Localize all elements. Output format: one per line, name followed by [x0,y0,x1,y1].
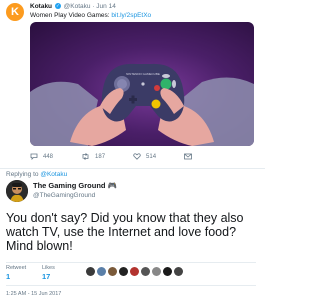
separator-dot: · [92,3,95,10]
reply-action[interactable]: 448 [30,153,53,160]
verified-badge-icon: ✓ [54,3,61,10]
retweet-stat[interactable]: Retweet 1 [6,265,26,281]
liker-avatar[interactable] [174,267,183,276]
tweet-divider [0,168,265,169]
likes-stat-value: 17 [42,272,51,281]
retweet-action[interactable]: 187 [81,153,105,160]
likes-stat-label: Likes [42,265,55,271]
reply-timestamp[interactable]: 1:25 AM - 15 Jun 2017 [6,291,61,297]
replying-to-note: Replying to @Kotaku [6,171,67,178]
liker-avatar[interactable] [97,267,106,276]
likes-stat[interactable]: Likes 17 [42,265,55,281]
reply-icon [30,153,38,160]
stats-divider-bottom [6,285,256,286]
retweet-stat-value: 1 [6,272,11,281]
liker-avatar[interactable] [86,267,95,276]
kotaku-avatar[interactable]: K [6,3,24,21]
retweet-count: 187 [95,153,106,160]
gamecube-controller-photo-icon: NINTENDO GAMECUBE [30,63,254,146]
liker-avatar[interactable] [163,267,172,276]
liker-avatar[interactable] [130,267,139,276]
quoted-tweet[interactable]: K Kotaku ✓ @Kotaku · Jun 14 Women Play V… [0,0,265,166]
profile-photo-icon [6,180,28,202]
reply-author-name[interactable]: The Gaming Ground 🎮 [33,181,117,190]
retweet-stat-label: Retweet [6,265,27,271]
reply-author-handle[interactable]: @TheGamingGround [33,192,95,199]
replying-to-label: Replying to [6,171,39,178]
controller-brand-text: NINTENDO GAMECUBE [126,72,160,76]
liker-avatar[interactable] [141,267,150,276]
stats-divider-top [6,262,256,263]
liker-avatar[interactable] [108,267,117,276]
envelope-icon [184,153,192,160]
avatar-letter: K [11,6,19,18]
like-count: 514 [146,153,157,160]
retweet-icon [82,153,89,160]
likers-avatar-row [86,267,183,276]
replying-to-mention[interactable]: @Kotaku [40,171,67,178]
reply-tweet-text: You don't say? Did you know that they al… [6,211,244,253]
reply-count: 448 [43,153,54,160]
gaming-ground-avatar[interactable] [6,180,28,202]
quoted-tweet-header: Kotaku ✓ @Kotaku · Jun 14 [30,3,116,10]
tweet-link[interactable]: bit.ly/2spEtXo [111,12,151,19]
like-action[interactable]: 514 [133,153,156,160]
author-name[interactable]: Kotaku [30,3,52,10]
direct-message-action[interactable] [184,153,192,160]
tweet-media-image[interactable]: NINTENDO GAMECUBE [30,22,254,146]
tweet-date[interactable]: Jun 14 [96,3,116,10]
tweet-actions: 448 187 514 [30,153,220,160]
liker-avatar[interactable] [119,267,128,276]
heart-icon [133,153,141,160]
liker-avatar[interactable] [152,267,161,276]
tweet-body: Women Play Video Games: [30,12,110,19]
quoted-tweet-text: Women Play Video Games: bit.ly/2spEtXo [30,12,151,19]
author-handle[interactable]: @Kotaku [64,3,91,10]
